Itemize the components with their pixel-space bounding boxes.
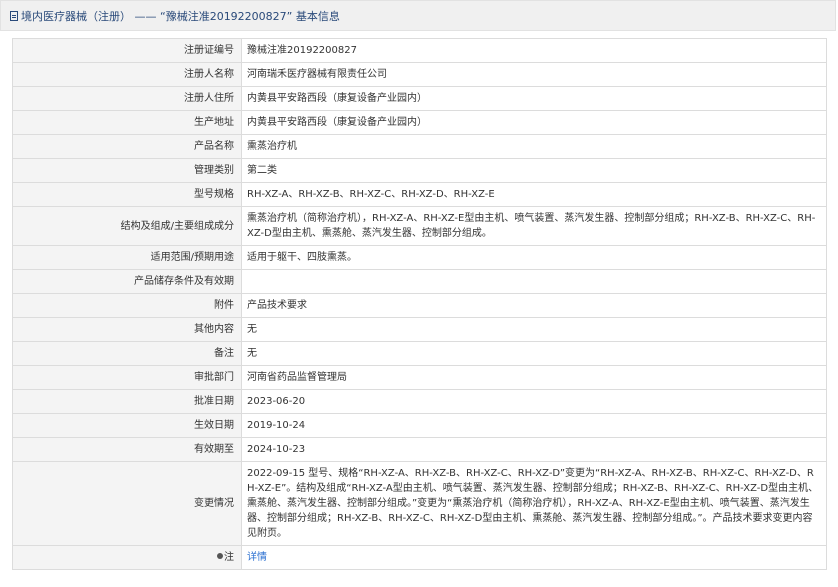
table-row: 附件 产品技术要求 — [12, 293, 827, 318]
row-value: 熏蒸治疗机（简称治疗机），RH-XZ-A、RH-XZ-E型由主机、喷气装置、蒸汽… — [241, 206, 827, 246]
row-value: 豫械注准20192200827 — [241, 38, 827, 63]
note-label: 注 — [224, 552, 234, 563]
row-label: 产品名称 — [12, 134, 242, 159]
row-value: 2022-09-15 型号、规格“RH-XZ-A、RH-XZ-B、RH-XZ-C… — [241, 461, 827, 546]
details-link[interactable]: 详情 — [247, 552, 267, 563]
row-label: 结构及组成/主要组成成分 — [12, 206, 242, 246]
note-value-cell: 详情 — [241, 545, 827, 570]
table-row: 变更情况 2022-09-15 型号、规格“RH-XZ-A、RH-XZ-B、RH… — [12, 461, 827, 546]
table-row: 生效日期 2019-10-24 — [12, 413, 827, 438]
row-label: 生产地址 — [12, 110, 242, 135]
note-label-cell: 注 — [12, 545, 242, 570]
pin-icon — [217, 553, 223, 559]
row-label: 产品储存条件及有效期 — [12, 269, 242, 294]
table-row: 有效期至 2024-10-23 — [12, 437, 827, 462]
row-value: 产品技术要求 — [241, 293, 827, 318]
table-row: 其他内容 无 — [12, 317, 827, 342]
row-value: 河南省药品监督管理局 — [241, 365, 827, 390]
row-value — [241, 269, 827, 294]
row-label: 批准日期 — [12, 389, 242, 414]
table-row: 产品储存条件及有效期 — [12, 269, 827, 294]
row-label: 有效期至 — [12, 437, 242, 462]
row-label: 变更情况 — [12, 461, 242, 546]
table-row: 注册证编号 豫械注准20192200827 — [12, 38, 827, 63]
page-header: 境内医疗器械（注册） —— “豫械注准20192200827” 基本信息 — [0, 0, 836, 31]
row-label: 型号规格 — [12, 182, 242, 207]
table-row: 审批部门 河南省药品监督管理局 — [12, 365, 827, 390]
row-value: 第二类 — [241, 158, 827, 183]
row-value: 无 — [241, 341, 827, 366]
row-label: 适用范围/预期用途 — [12, 245, 242, 270]
row-value: 适用于躯干、四肢熏蒸。 — [241, 245, 827, 270]
row-value: 内黄县平安路西段（康复设备产业园内） — [241, 86, 827, 111]
table-row: 管理类别 第二类 — [12, 158, 827, 183]
table-row: 型号规格 RH-XZ-A、RH-XZ-B、RH-XZ-C、RH-XZ-D、RH-… — [12, 182, 827, 207]
row-label: 备注 — [12, 341, 242, 366]
document-icon — [10, 10, 18, 21]
row-label: 管理类别 — [12, 158, 242, 183]
row-value: 河南瑞禾医疗器械有限责任公司 — [241, 62, 827, 87]
info-table: 注册证编号 豫械注准20192200827 注册人名称 河南瑞禾医疗器械有限责任… — [12, 38, 827, 570]
row-value: 2024-10-23 — [241, 437, 827, 462]
row-value: 无 — [241, 317, 827, 342]
page-title: 境内医疗器械（注册） —— “豫械注准20192200827” 基本信息 — [21, 9, 340, 23]
row-label: 注册人住所 — [12, 86, 242, 111]
row-value: 2023-06-20 — [241, 389, 827, 414]
row-value: 2019-10-24 — [241, 413, 827, 438]
table-row: 结构及组成/主要组成成分 熏蒸治疗机（简称治疗机），RH-XZ-A、RH-XZ-… — [12, 206, 827, 246]
row-label: 注册证编号 — [12, 38, 242, 63]
row-value: RH-XZ-A、RH-XZ-B、RH-XZ-C、RH-XZ-D、RH-XZ-E — [241, 182, 827, 207]
table-row: 生产地址 内黄县平安路西段（康复设备产业园内） — [12, 110, 827, 135]
row-label: 附件 — [12, 293, 242, 318]
table-row: 批准日期 2023-06-20 — [12, 389, 827, 414]
table-row: 备注 无 — [12, 341, 827, 366]
row-label: 审批部门 — [12, 365, 242, 390]
row-value: 熏蒸治疗机 — [241, 134, 827, 159]
table-row-note: 注 详情 — [12, 545, 827, 570]
table-row: 适用范围/预期用途 适用于躯干、四肢熏蒸。 — [12, 245, 827, 270]
row-label: 注册人名称 — [12, 62, 242, 87]
row-label: 其他内容 — [12, 317, 242, 342]
row-value: 内黄县平安路西段（康复设备产业园内） — [241, 110, 827, 135]
table-row: 注册人住所 内黄县平安路西段（康复设备产业园内） — [12, 86, 827, 111]
table-row: 产品名称 熏蒸治疗机 — [12, 134, 827, 159]
row-label: 生效日期 — [12, 413, 242, 438]
table-row: 注册人名称 河南瑞禾医疗器械有限责任公司 — [12, 62, 827, 87]
